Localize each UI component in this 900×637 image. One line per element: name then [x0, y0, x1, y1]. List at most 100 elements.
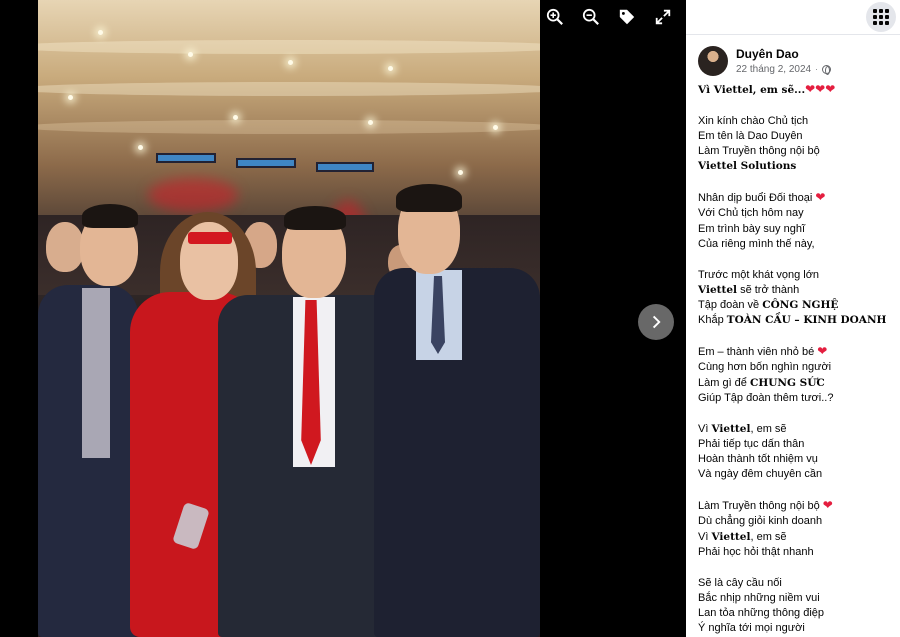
post-line-text: sẽ trở thành	[737, 283, 800, 296]
ceiling-light	[458, 170, 463, 175]
stage-glow	[148, 178, 238, 212]
stage-screen	[316, 162, 374, 172]
globe-icon	[821, 65, 831, 75]
stage-screen	[236, 158, 296, 168]
author-name[interactable]: Duyên Dao	[736, 47, 831, 61]
menu-button[interactable]	[866, 2, 896, 32]
post-line-bold: Viettel	[711, 530, 751, 543]
post-line: Ý nghĩa tới mọi người	[698, 621, 894, 636]
post-line-text: Nhân dịp buổi Đối thoại	[698, 192, 816, 205]
heart-icon: ❤	[815, 82, 826, 96]
post-line-text: Làm Truyền thông nội bộ	[698, 500, 823, 513]
post-line: Làm gì để CHUNG SỨC	[698, 376, 894, 391]
ceiling-light	[68, 95, 73, 100]
ceiling-light	[368, 120, 373, 125]
stage-screen	[156, 153, 216, 163]
post-line-text: Xin kính chào Chủ tịch	[698, 114, 809, 127]
post-line-text: Làm gì để	[698, 376, 750, 389]
avatar[interactable]	[698, 46, 728, 76]
chevron-right-icon	[652, 315, 661, 329]
post-line-text: Vì	[698, 530, 712, 543]
shirt	[82, 288, 110, 458]
post-line-bold: Viettel	[711, 422, 751, 435]
post-line-text: Em trình bày suy nghĩ	[698, 222, 805, 235]
post-line: Sẽ là cây cầu nối	[698, 576, 894, 591]
post-line-text: Ý nghĩa tới mọi người	[698, 622, 805, 635]
ceiling-light	[233, 115, 238, 120]
post-line: Vì Viettel, em sẽ...❤❤❤	[698, 82, 894, 98]
post-line-text: Khắp	[698, 314, 727, 327]
post-line-text: Giúp Tập đoàn thêm tươi..?	[698, 391, 834, 404]
post-line-text: Dù chẳng giỏi kinh doanh	[698, 515, 823, 528]
post-line: Làm Truyền thông nội bộ ❤	[698, 498, 894, 514]
post-author: Duyên Dao 22 tháng 2, 2024 ·	[698, 46, 831, 76]
post-line: Em trình bày suy nghĩ	[698, 222, 894, 237]
ceiling-light	[288, 60, 293, 65]
post-line-text: Sẽ là cây cầu nối	[698, 576, 782, 589]
ceiling-light	[138, 145, 143, 150]
post-line-bold: Vì Viettel, em sẽ...	[698, 84, 806, 96]
heart-icon: ❤	[817, 344, 828, 359]
post-line: Lan tỏa những thông điệp	[698, 606, 894, 621]
post-panel: Duyên Dao 22 tháng 2, 2024 · Vì Viettel,…	[686, 0, 900, 637]
post-line-text: , em sẽ	[750, 530, 787, 543]
post-line-bold: CHUNG SỨC	[749, 376, 825, 389]
post-line: Viettel Solutions	[698, 159, 894, 174]
post-line: Vì Viettel, em sẽ	[698, 422, 894, 437]
zoom-in-icon[interactable]	[544, 6, 566, 28]
post-line-text: Và ngày đêm chuyên cần	[698, 468, 823, 481]
post-line-text: Phải tiếp tục dấn thân	[698, 437, 805, 450]
tag-icon[interactable]	[616, 6, 638, 28]
ceiling-light	[388, 66, 393, 71]
fullscreen-icon[interactable]	[652, 6, 674, 28]
post-line-text: Cùng hơn bốn nghìn người	[698, 361, 832, 374]
post-line: Với Chủ tịch hôm nay	[698, 206, 894, 221]
post-line: Phải tiếp tục dấn thân	[698, 437, 894, 452]
hair	[284, 206, 346, 230]
grid-menu-icon	[873, 9, 889, 25]
heart-icon: ❤	[825, 82, 836, 96]
post-line: Của riêng mình thế này,	[698, 237, 894, 252]
ceiling-arc	[38, 40, 540, 54]
photo-viewer	[0, 0, 686, 637]
zoom-out-icon[interactable]	[580, 6, 602, 28]
post-line-bold: Viettel Solutions	[698, 160, 797, 173]
post-line-text: Vì	[698, 422, 712, 435]
post-photo[interactable]	[38, 0, 540, 637]
ceiling-arc	[38, 82, 540, 96]
next-photo-button[interactable]	[638, 304, 674, 340]
post-line-text: Hoàn thành tốt nhiệm vụ	[698, 453, 818, 466]
post-line: Trước một khát vọng lớn	[698, 268, 894, 283]
post-line: Và ngày đêm chuyên cần	[698, 467, 894, 482]
post-line: Khắp TOÀN CẦU – KINH DOANH	[698, 313, 894, 328]
ceiling-light	[188, 52, 193, 57]
post-line: Giúp Tập đoàn thêm tươi..?	[698, 391, 894, 406]
heart-icon: ❤	[805, 82, 816, 96]
post-meta: 22 tháng 2, 2024 ·	[736, 64, 831, 75]
post-line-text: Làm Truyền thông nội bộ	[698, 145, 820, 158]
post-line: Dù chẳng giỏi kinh doanh	[698, 514, 894, 529]
post-date[interactable]: 22 tháng 2, 2024	[736, 64, 811, 75]
panel-header	[686, 0, 900, 35]
post-line: Tập đoàn về CÔNG NGHỆ	[698, 298, 894, 313]
post-line: Làm Truyền thông nội bộ	[698, 144, 894, 159]
post-line: Nhân dịp buổi Đối thoại ❤	[698, 190, 894, 206]
hair	[396, 184, 462, 212]
post-line: Viettel sẽ trở thành	[698, 283, 894, 298]
post-line: Em – thành viên nhỏ bé ❤	[698, 344, 894, 360]
post-line: Vì Viettel, em sẽ	[698, 530, 894, 545]
hair	[82, 204, 138, 228]
post-line-text: Lan tỏa những thông điệp	[698, 607, 825, 620]
heart-icon: ❤	[815, 190, 826, 205]
viewer-toolbar	[544, 6, 674, 28]
post-line-text: , em sẽ	[750, 422, 787, 435]
post-line-text: Phải học hỏi thật nhanh	[698, 545, 814, 558]
post-line-text: Tập đoàn về	[698, 299, 763, 312]
